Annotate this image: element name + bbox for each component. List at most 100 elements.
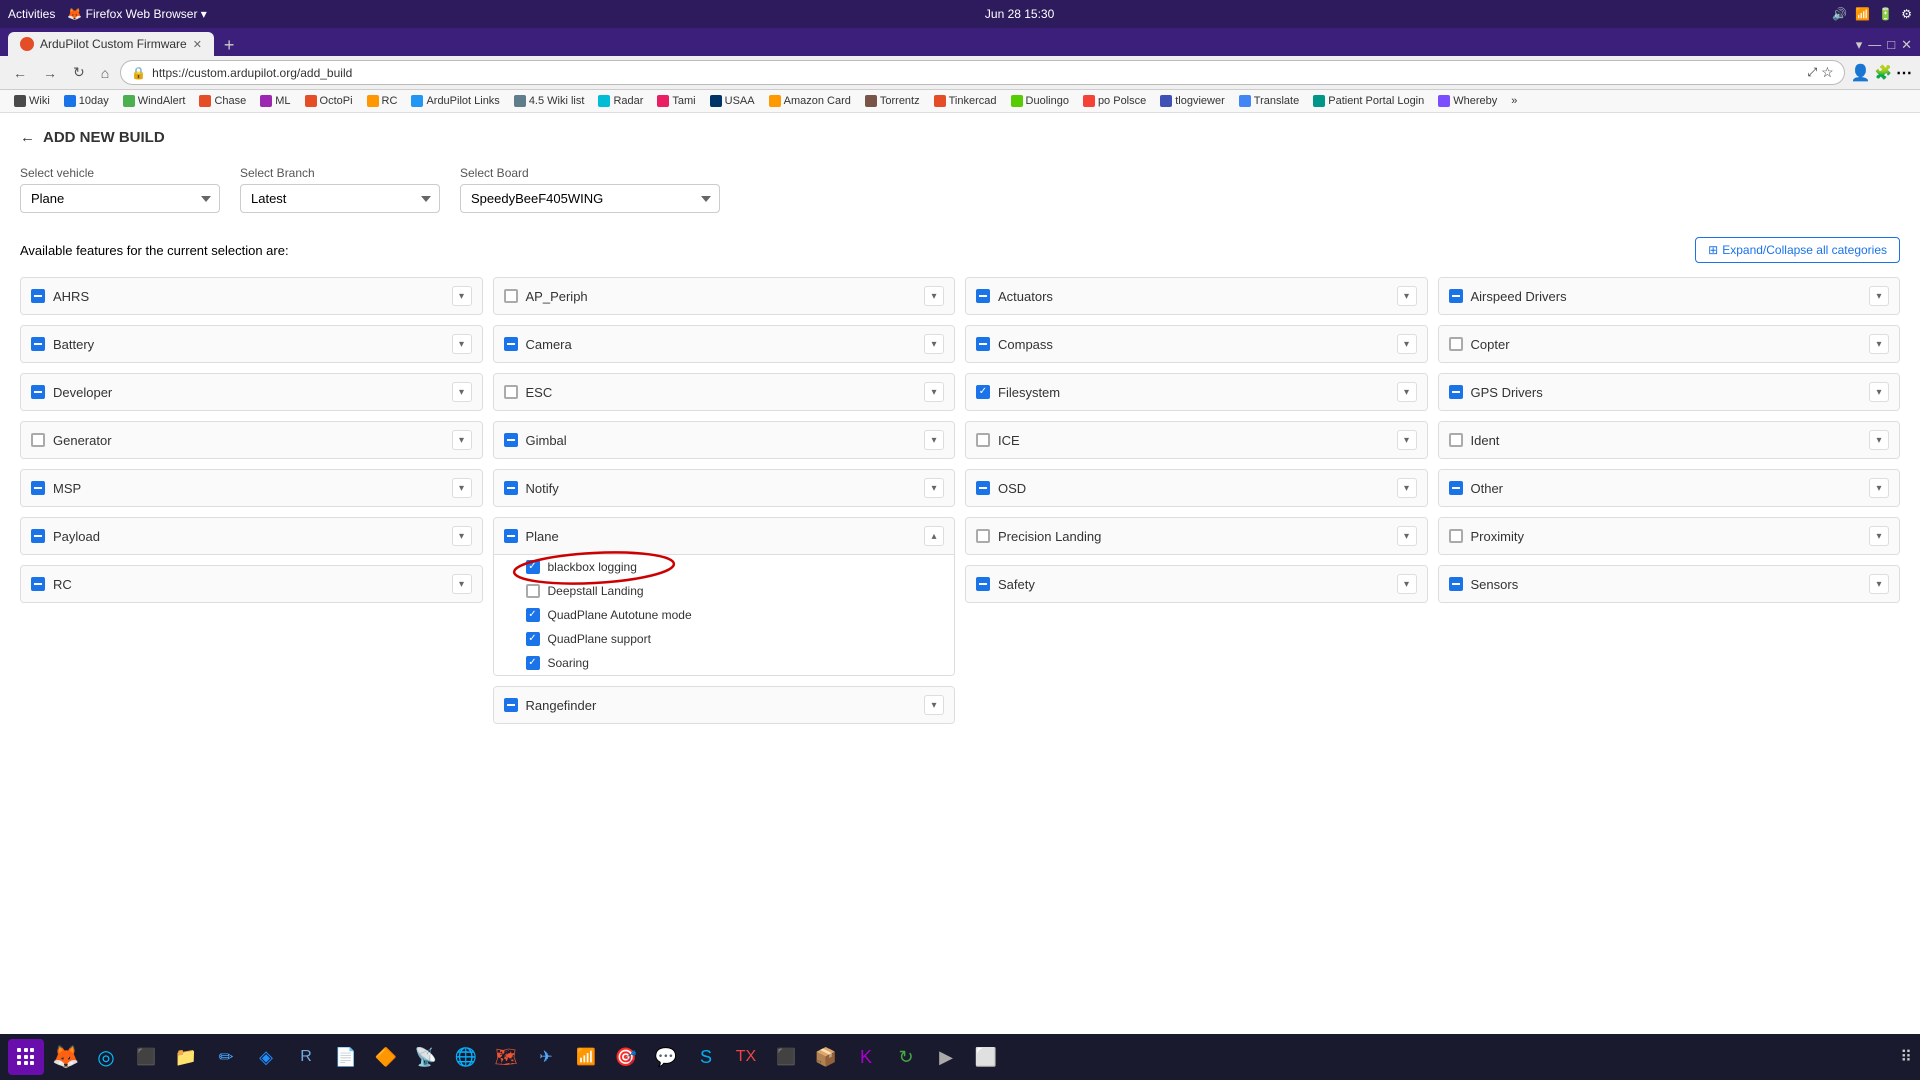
collapse-esc[interactable]: ▾ xyxy=(924,382,944,402)
subitem-deepstall[interactable]: Deepstall Landing xyxy=(494,579,955,603)
new-tab-button[interactable]: + xyxy=(216,35,243,56)
feature-header-other[interactable]: Other ▾ xyxy=(1439,470,1900,506)
checkbox-soaring[interactable] xyxy=(526,656,540,670)
taskbar-opentx[interactable]: TX xyxy=(728,1039,764,1075)
url-bar[interactable]: 🔒 https://custom.ardupilot.org/add_build… xyxy=(120,60,1844,85)
bookmark-po-polsce[interactable]: po Polsce xyxy=(1077,93,1152,109)
feature-header-proximity[interactable]: Proximity ▾ xyxy=(1439,518,1900,554)
checkbox-osd[interactable] xyxy=(976,481,990,495)
checkbox-filesystem[interactable] xyxy=(976,385,990,399)
taskbar-terminal[interactable]: ⬛ xyxy=(128,1039,164,1075)
feature-header-developer[interactable]: Developer ▾ xyxy=(21,374,482,410)
feature-header-precision-landing[interactable]: Precision Landing ▾ xyxy=(966,518,1427,554)
collapse-generator[interactable]: ▾ xyxy=(452,430,472,450)
bookmark-chase[interactable]: Chase xyxy=(193,93,252,109)
taskbar-qgc[interactable]: 🎯 xyxy=(608,1039,644,1075)
taskbar-rstudio[interactable]: R xyxy=(288,1039,324,1075)
checkbox-sensors[interactable] xyxy=(1449,577,1463,591)
bookmark-tinkercad[interactable]: Tinkercad xyxy=(928,93,1003,109)
feature-header-apperiph[interactable]: AP_Periph ▾ xyxy=(494,278,955,314)
profile-icon[interactable]: 👤 xyxy=(1851,63,1871,83)
collapse-apperiph[interactable]: ▾ xyxy=(924,286,944,306)
bookmark-radar[interactable]: Radar xyxy=(592,93,649,109)
bookmark-ml[interactable]: ML xyxy=(254,93,296,109)
collapse-actuators[interactable]: ▾ xyxy=(1397,286,1417,306)
bookmark-tami[interactable]: Tami xyxy=(651,93,701,109)
tab-list-button[interactable]: ▾ xyxy=(1856,37,1863,53)
feature-header-battery[interactable]: Battery ▾ xyxy=(21,326,482,362)
taskbar-updater[interactable]: ↻ xyxy=(888,1039,924,1075)
bookmark-whereby[interactable]: Whereby xyxy=(1432,93,1503,109)
taskbar-vlc[interactable]: 🔶 xyxy=(368,1039,404,1075)
checkbox-quadplane-autotune[interactable] xyxy=(526,608,540,622)
taskbar-browser2[interactable]: ◎ xyxy=(88,1039,124,1075)
checkbox-airspeed[interactable] xyxy=(1449,289,1463,303)
feature-header-gimbal[interactable]: Gimbal ▾ xyxy=(494,422,955,458)
feature-header-safety[interactable]: Safety ▾ xyxy=(966,566,1427,602)
checkbox-ahrs[interactable] xyxy=(31,289,45,303)
taskbar-unknown[interactable]: ⬜ xyxy=(968,1039,1004,1075)
bookmark-amazon[interactable]: Amazon Card xyxy=(763,93,857,109)
collapse-msp[interactable]: ▾ xyxy=(452,478,472,498)
collapse-compass[interactable]: ▾ xyxy=(1397,334,1417,354)
taskbar-app-menu[interactable] xyxy=(8,1039,44,1075)
minimize-button[interactable]: — xyxy=(1868,37,1881,53)
taskbar-files[interactable]: 📁 xyxy=(168,1039,204,1075)
checkbox-battery[interactable] xyxy=(31,337,45,351)
feature-header-plane[interactable]: Plane ▴ xyxy=(494,518,955,555)
taskbar-editor[interactable]: ✏ xyxy=(208,1039,244,1075)
more-tools-button[interactable]: ⋯ xyxy=(1896,63,1912,83)
feature-header-camera[interactable]: Camera ▾ xyxy=(494,326,955,362)
activities-label[interactable]: Activities xyxy=(8,7,55,21)
checkbox-precision-landing[interactable] xyxy=(976,529,990,543)
collapse-rc[interactable]: ▾ xyxy=(452,574,472,594)
feature-header-payload[interactable]: Payload ▾ xyxy=(21,518,482,554)
checkbox-proximity[interactable] xyxy=(1449,529,1463,543)
bookmark-wiki-list[interactable]: 4.5 Wiki list xyxy=(508,93,591,109)
tab-close-button[interactable]: ✕ xyxy=(193,38,202,51)
bookmark-more[interactable]: » xyxy=(1505,93,1523,109)
refresh-button[interactable]: ↻ xyxy=(68,61,90,84)
feature-header-gps[interactable]: GPS Drivers ▾ xyxy=(1439,374,1900,410)
forward-button[interactable]: → xyxy=(38,62,62,84)
translate-icon[interactable]: ⤢ xyxy=(1807,65,1817,80)
collapse-other[interactable]: ▾ xyxy=(1869,478,1889,498)
taskbar-mavlink[interactable]: 📶 xyxy=(568,1039,604,1075)
feature-header-airspeed[interactable]: Airspeed Drivers ▾ xyxy=(1439,278,1900,314)
bookmark-star-icon[interactable]: ☆ xyxy=(1821,64,1834,81)
bookmark-ardupilot-links[interactable]: ArduPilot Links xyxy=(405,93,505,109)
taskbar-network[interactable]: 🌐 xyxy=(448,1039,484,1075)
checkbox-rc[interactable] xyxy=(31,577,45,591)
maximize-button[interactable]: □ xyxy=(1887,37,1895,53)
active-tab[interactable]: ArduPilot Custom Firmware ✕ xyxy=(8,32,214,56)
collapse-gimbal[interactable]: ▾ xyxy=(924,430,944,450)
checkbox-ice[interactable] xyxy=(976,433,990,447)
checkbox-quadplane-support[interactable] xyxy=(526,632,540,646)
checkbox-ident[interactable] xyxy=(1449,433,1463,447)
checkbox-blackbox[interactable] xyxy=(526,560,540,574)
taskbar-libreoffice[interactable]: 📄 xyxy=(328,1039,364,1075)
collapse-payload[interactable]: ▾ xyxy=(452,526,472,546)
collapse-battery[interactable]: ▾ xyxy=(452,334,472,354)
feature-header-rangefinder[interactable]: Rangefinder ▾ xyxy=(494,687,955,723)
bookmark-usaa[interactable]: USAA xyxy=(704,93,761,109)
collapse-ident[interactable]: ▾ xyxy=(1869,430,1889,450)
feature-header-ice[interactable]: ICE ▾ xyxy=(966,422,1427,458)
subitem-quadplane-support[interactable]: QuadPlane support xyxy=(494,627,955,651)
bookmark-wiki[interactable]: Wiki xyxy=(8,93,56,109)
checkbox-copter[interactable] xyxy=(1449,337,1463,351)
taskbar-mission-planner[interactable]: ✈ xyxy=(528,1039,564,1075)
taskbar-more-terminal[interactable]: ▶ xyxy=(928,1039,964,1075)
collapse-gps[interactable]: ▾ xyxy=(1869,382,1889,402)
bookmark-tlogviewer[interactable]: tlogviewer xyxy=(1154,93,1231,109)
feature-header-generator[interactable]: Generator ▾ xyxy=(21,422,482,458)
checkbox-apperiph[interactable] xyxy=(504,289,518,303)
checkbox-plane[interactable] xyxy=(504,529,518,543)
bookmark-windalert[interactable]: WindAlert xyxy=(117,93,192,109)
taskbar-opentx2[interactable]: ⬛ xyxy=(768,1039,804,1075)
checkbox-generator[interactable] xyxy=(31,433,45,447)
taskbar-ide[interactable]: ◈ xyxy=(248,1039,284,1075)
bookmark-torrentz[interactable]: Torrentz xyxy=(859,93,926,109)
feature-header-rc[interactable]: RC ▾ xyxy=(21,566,482,602)
collapse-developer[interactable]: ▾ xyxy=(452,382,472,402)
